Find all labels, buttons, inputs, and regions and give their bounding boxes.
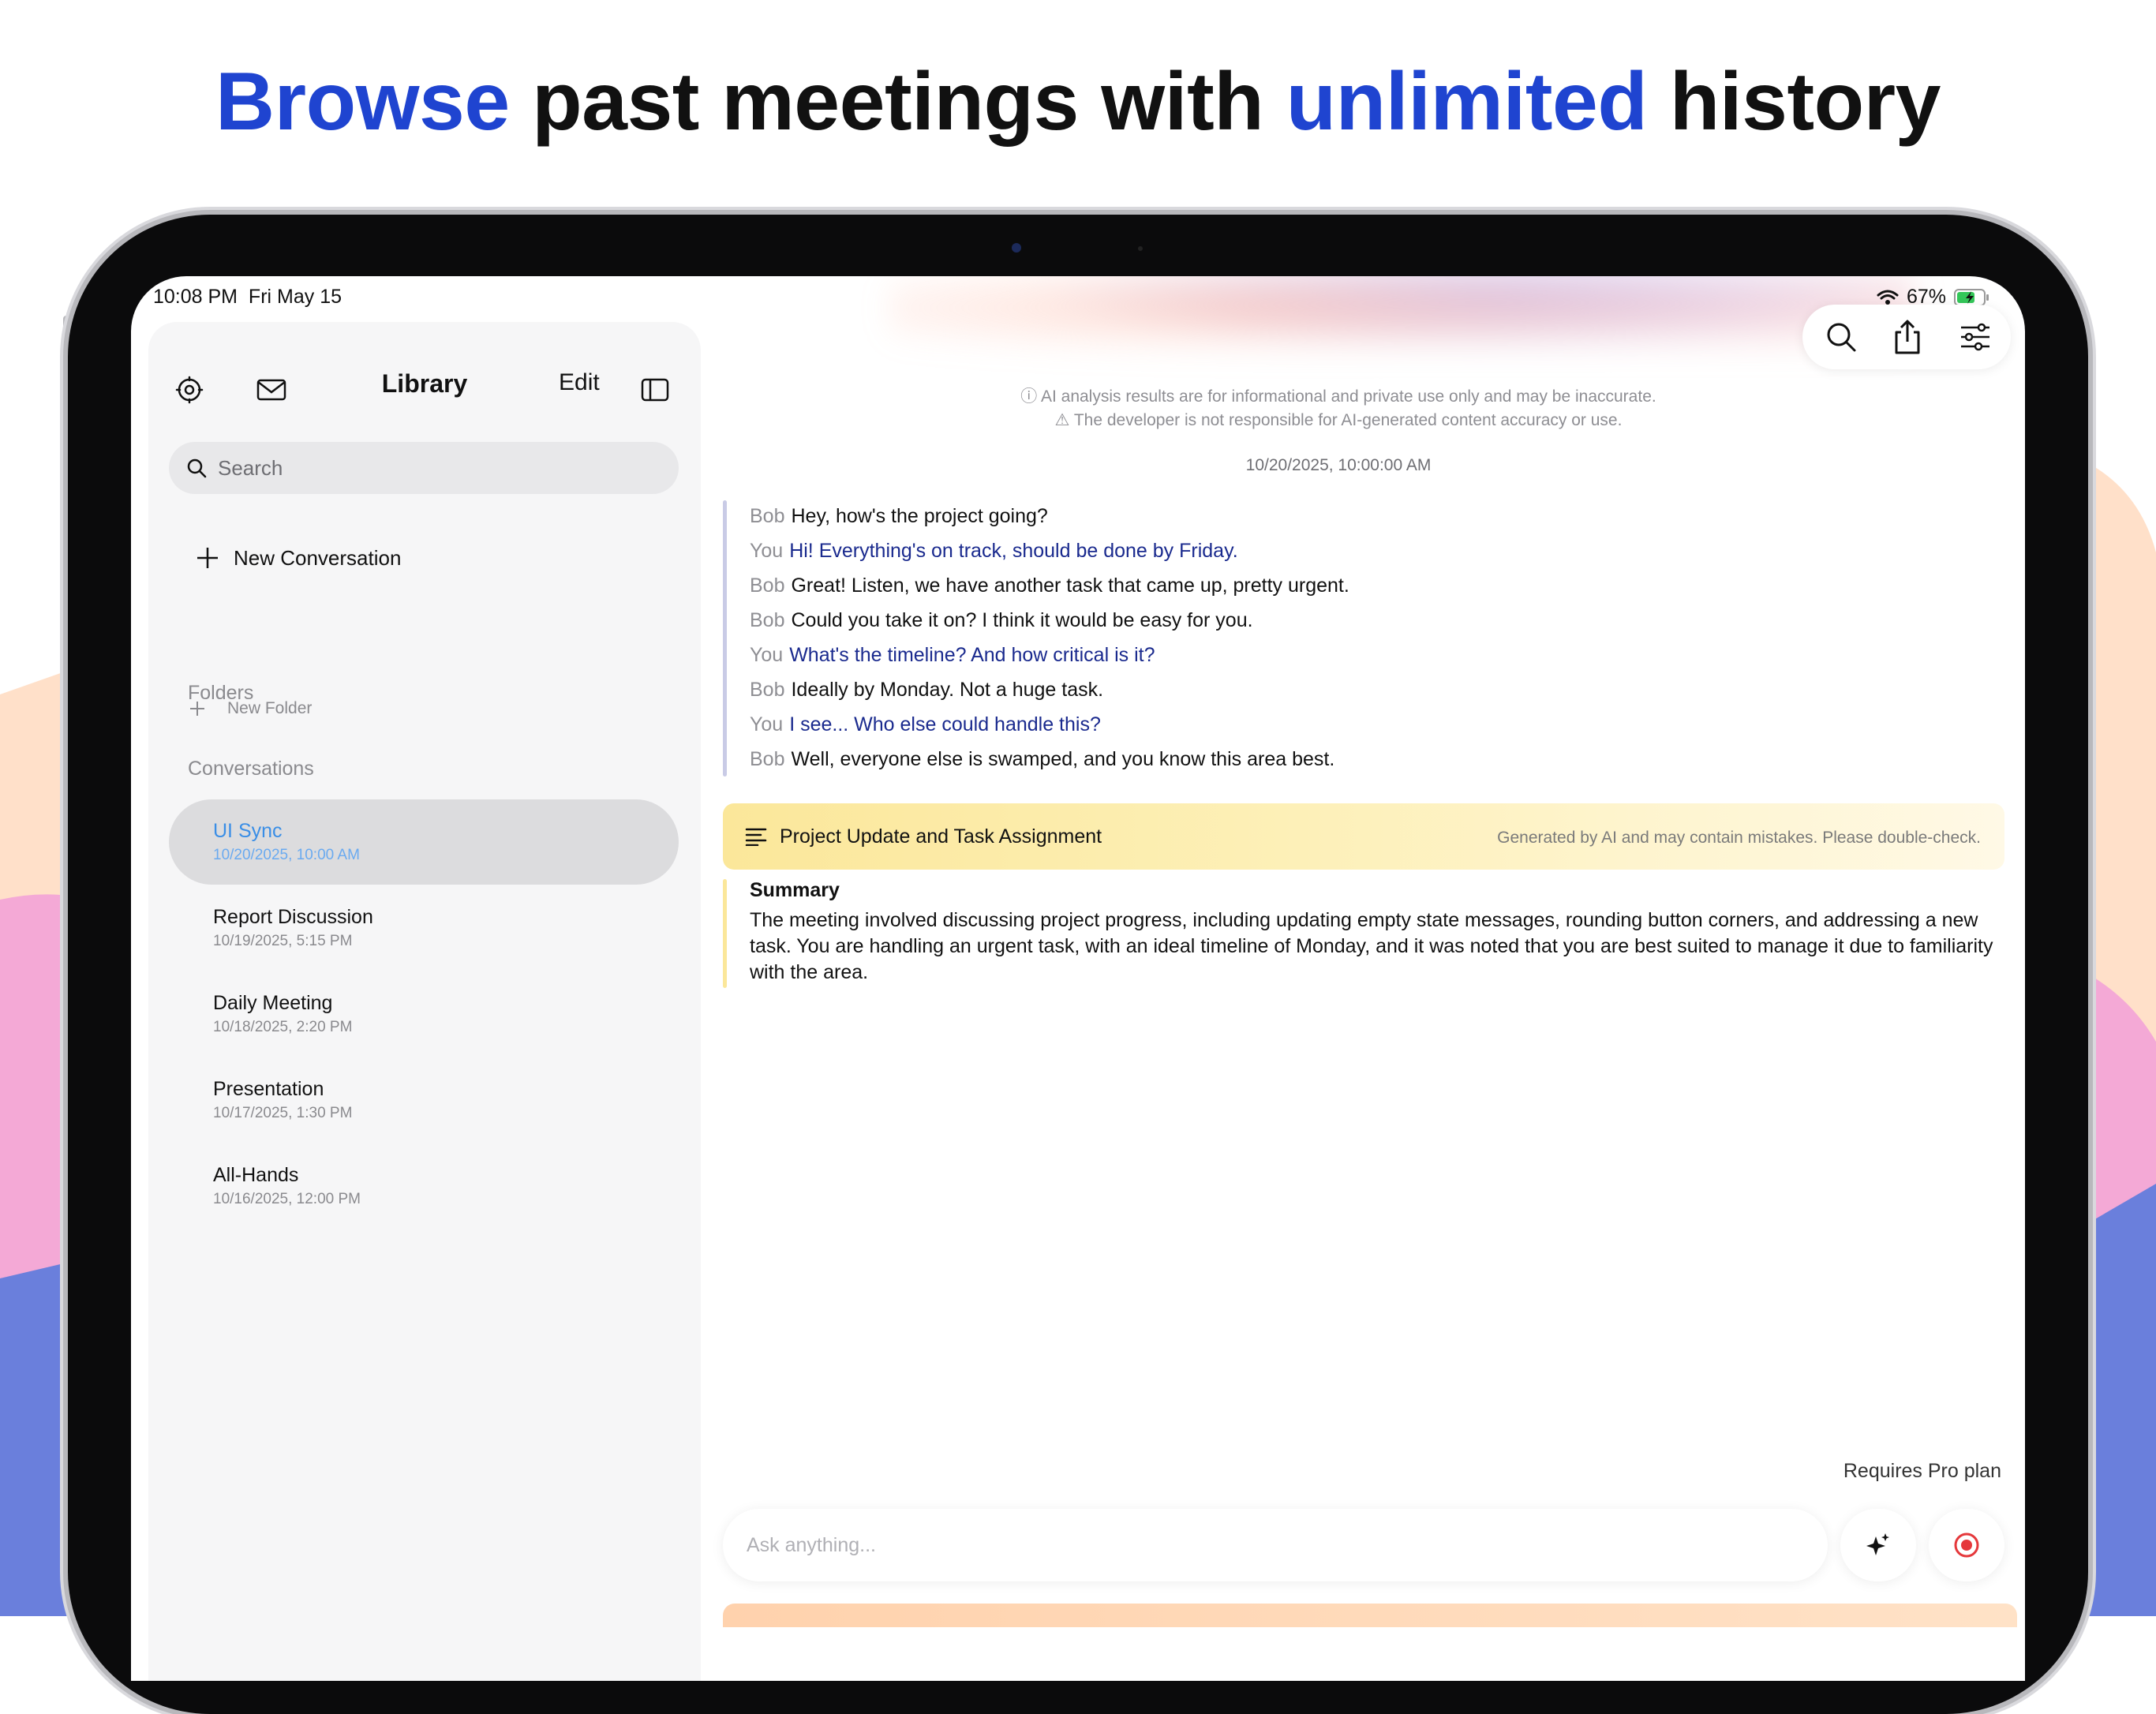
- speaker-label: Bob: [750, 505, 785, 527]
- sliders-icon[interactable]: [1957, 319, 1993, 355]
- headline-text-2: history: [1647, 56, 1941, 148]
- headline-accent-1: Browse: [215, 56, 510, 148]
- record-icon: [1954, 1532, 1979, 1558]
- transcript-line: You What's the timeline? And how critical…: [750, 644, 1155, 667]
- transcript-line: Bob Ideally by Monday. Not a huge task.: [750, 679, 1103, 702]
- conversation-timestamp: 10/20/2025, 10:00:00 AM: [1245, 456, 1432, 474]
- disclaimer-info: ⓘ AI analysis results are for informatio…: [747, 384, 1930, 407]
- message-text: Great! Listen, we have another task that…: [791, 574, 1349, 597]
- battery-charging-icon: [1954, 288, 1989, 306]
- conversation-item[interactable]: Report Discussion 10/19/2025, 5:15 PM: [169, 885, 679, 971]
- speaker-label: You: [750, 644, 784, 666]
- conversation-title: All-Hands: [213, 1164, 299, 1186]
- summary-header[interactable]: Project Update and Task Assignment Gener…: [723, 803, 2004, 870]
- transcript-line: Bob Could you take it on? I think it woul…: [750, 609, 1253, 632]
- conversation-date: 10/19/2025, 5:15 PM: [213, 933, 353, 949]
- conversation-date: 10/18/2025, 2:20 PM: [213, 1019, 353, 1035]
- headline-accent-2: unlimited: [1286, 56, 1648, 148]
- speaker-label: You: [750, 540, 784, 562]
- new-folder-label: New Folder: [227, 699, 313, 717]
- new-conversation-button[interactable]: New Conversation: [196, 545, 511, 576]
- pro-plan-note: Requires Pro plan: [1843, 1460, 2001, 1482]
- sidebar: Library Edit Search New Conversation Fol…: [148, 322, 701, 1681]
- transcript-line: You Hi! Everything's on track, should be …: [750, 540, 1238, 563]
- new-conversation-label: New Conversation: [234, 546, 402, 570]
- lines-icon: [745, 828, 767, 846]
- conversation-item[interactable]: Daily Meeting 10/18/2025, 2:20 PM: [169, 971, 679, 1057]
- front-camera: [1012, 243, 1021, 253]
- conversations-header: Conversations: [188, 758, 314, 780]
- main-toolbar: [1802, 305, 2011, 369]
- message-text: What's the timeline? And how critical is…: [789, 644, 1155, 666]
- ai-sparkle-button[interactable]: [1840, 1509, 1916, 1581]
- speaker-label: Bob: [750, 679, 785, 701]
- ask-placeholder: Ask anything...: [747, 1534, 876, 1556]
- summary-heading: Summary: [750, 879, 840, 901]
- speaker-label: You: [750, 713, 784, 735]
- ai-warning-note: Generated by AI and may contain mistakes…: [1497, 829, 1981, 847]
- headline-text-1: past meetings with: [509, 56, 1286, 148]
- search-input[interactable]: Search: [169, 442, 679, 494]
- conversation-item[interactable]: UI Sync 10/20/2025, 10:00 AM: [169, 799, 679, 885]
- status-bar-time: 10:08 PM Fri May 15: [153, 286, 342, 309]
- conversation-item[interactable]: All-Hands 10/16/2025, 12:00 PM: [169, 1143, 679, 1229]
- speaker-label: Bob: [750, 574, 785, 597]
- disclaimer-warning: ⚠ The developer is not responsible for A…: [747, 410, 1930, 430]
- ask-input[interactable]: Ask anything...: [723, 1509, 1828, 1581]
- bottom-card-edge: [723, 1604, 2017, 1627]
- summary-title: Project Update and Task Assignment: [780, 825, 1102, 848]
- status-time: 10:08 PM: [153, 286, 238, 308]
- disclaimer-text-1: AI analysis results are for informationa…: [1040, 387, 1656, 406]
- transcript: Bob Hey, how's the project going? You Hi! …: [723, 500, 2025, 777]
- message-text: Well, everyone else is swamped, and you …: [791, 748, 1335, 770]
- ipad-screen: 10:08 PM Fri May 15 67% Library Edit Sea…: [131, 276, 2025, 1681]
- info-icon: ⓘ: [1020, 387, 1038, 406]
- message-text: I see... Who else could handle this?: [789, 713, 1101, 735]
- disclaimer-text-2: The developer is not responsible for AI-…: [1073, 411, 1623, 429]
- sensor: [1138, 246, 1143, 251]
- wifi-icon: [1877, 290, 1899, 305]
- status-date: Fri May 15: [248, 286, 342, 308]
- record-button[interactable]: [1929, 1509, 2004, 1581]
- conversation-item[interactable]: Presentation 10/17/2025, 1:30 PM: [169, 1057, 679, 1143]
- transcript-line: Bob Well, everyone else is swamped, and y…: [750, 748, 1334, 771]
- search-icon: [187, 458, 207, 478]
- new-folder-button[interactable]: New Folder: [188, 698, 425, 724]
- conversation-title: Daily Meeting: [213, 992, 333, 1014]
- sidebar-icon[interactable]: [638, 372, 672, 407]
- conversation-title: UI Sync: [213, 820, 283, 842]
- conversation-date: 10/17/2025, 1:30 PM: [213, 1105, 353, 1121]
- header-glow: [889, 276, 1915, 371]
- conversation-title: Report Discussion: [213, 906, 373, 928]
- search-icon[interactable]: [1823, 319, 1859, 355]
- message-text: Hey, how's the project going?: [791, 505, 1048, 527]
- transcript-line: Bob Hey, how's the project going?: [750, 505, 1048, 528]
- conversation-title: Presentation: [213, 1078, 324, 1100]
- speaker-label: Bob: [750, 609, 785, 631]
- sidebar-title: Library: [381, 369, 468, 398]
- conversation-date: 10/20/2025, 10:00 AM: [213, 847, 360, 863]
- conversation-date: 10/16/2025, 12:00 PM: [213, 1191, 361, 1207]
- summary-text: The meeting involved discussing project …: [750, 909, 1993, 983]
- edit-button[interactable]: Edit: [559, 369, 600, 396]
- message-text: Could you take it on? I think it would b…: [791, 609, 1253, 631]
- share-icon[interactable]: [1889, 319, 1926, 355]
- marketing-headline: Browse past meetings with unlimited hist…: [0, 55, 2156, 149]
- message-text: Ideally by Monday. Not a huge task.: [791, 679, 1104, 701]
- plus-icon: [190, 702, 204, 716]
- transcript-bar: [723, 500, 727, 777]
- summary-bar: [723, 879, 727, 988]
- speaker-label: Bob: [750, 748, 785, 770]
- message-text: Hi! Everything's on track, should be don…: [789, 540, 1238, 562]
- warning-icon: ⚠: [1054, 411, 1070, 429]
- sparkle-icon: [1866, 1533, 1889, 1555]
- transcript-line: Bob Great! Listen, we have another task t…: [750, 574, 1349, 597]
- search-placeholder: Search: [218, 456, 283, 480]
- plus-icon: [197, 548, 218, 568]
- transcript-line: You I see... Who else could handle this?: [750, 713, 1101, 736]
